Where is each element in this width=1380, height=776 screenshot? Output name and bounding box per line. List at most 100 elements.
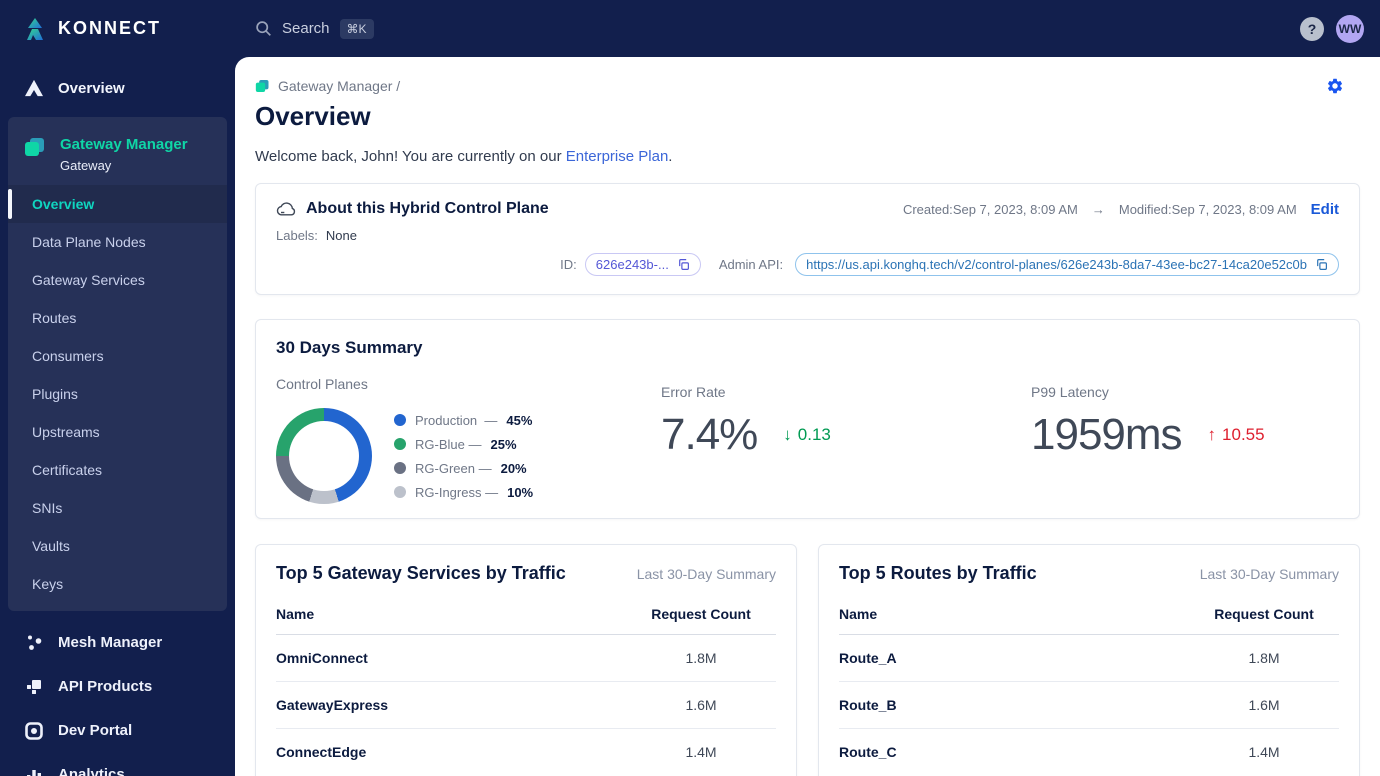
- search-bar[interactable]: Search ⌘K: [255, 18, 374, 39]
- help-button[interactable]: ?: [1300, 16, 1324, 41]
- sidebar-item-overview[interactable]: Overview: [0, 67, 235, 109]
- logo-text: KONNECT: [58, 18, 161, 38]
- search-icon: [255, 20, 272, 37]
- sidebar-item-analytics[interactable]: Analytics: [0, 753, 235, 776]
- p99-latency-delta: ↑ 10.55: [1207, 425, 1265, 444]
- breadcrumb-gateway-icon: [255, 78, 270, 94]
- arrow-up-icon: ↑: [1207, 425, 1217, 444]
- legend-dot-production: [394, 414, 406, 426]
- legend-dot-rg-blue: [394, 438, 406, 450]
- arrow-right-icon: →: [1091, 201, 1105, 217]
- mesh-manager-icon: [24, 634, 44, 652]
- table-row[interactable]: Route_C 1.4M: [839, 729, 1339, 776]
- legend-item: Production — 45%: [394, 413, 533, 428]
- dev-portal-icon: [24, 721, 44, 740]
- labels-value: None: [325, 228, 357, 243]
- table-row[interactable]: Route_A 1.8M: [839, 634, 1339, 682]
- gateway-manager-icon: [24, 135, 46, 159]
- sidebar-item-mesh-manager[interactable]: Mesh Manager: [0, 621, 235, 665]
- top-gateway-services-card: Top 5 Gateway Services by Traffic Last 3…: [255, 544, 797, 776]
- top-routes-card: Top 5 Routes by Traffic Last 30-Day Summ…: [818, 544, 1360, 776]
- gateway-manager-subtitle: Gateway: [60, 157, 112, 173]
- api-products-icon: [24, 678, 44, 696]
- search-shortcut-badge: ⌘K: [339, 18, 374, 39]
- avatar[interactable]: WW: [1336, 14, 1364, 43]
- search-label: Search: [282, 20, 330, 37]
- settings-gear-icon[interactable]: [1326, 77, 1344, 95]
- overview-icon: [24, 79, 44, 97]
- sidebar-subitem-overview[interactable]: Overview: [8, 184, 227, 223]
- legend-dot-rg-ingress: [394, 486, 406, 498]
- about-control-plane-card: About this Hybrid Control Plane Created:…: [255, 183, 1360, 295]
- sidebar-item-label: API Products: [58, 678, 153, 695]
- admin-api-pill[interactable]: https://us.api.konghq.tech/v2/control-pl…: [795, 253, 1339, 276]
- error-rate-metric: Error Rate 7.4% ↓ 0.13: [661, 384, 831, 459]
- sidebar-subitem-snis[interactable]: SNIs: [8, 489, 227, 527]
- logo[interactable]: KONNECT: [0, 16, 235, 42]
- summary-card-title: 30 Days Summary: [276, 338, 423, 357]
- table-subtitle: Last 30-Day Summary: [1199, 566, 1339, 582]
- created-at: Created:Sep 7, 2023, 8:09 AM: [902, 201, 1078, 217]
- table-subtitle: Last 30-Day Summary: [636, 566, 776, 582]
- sidebar-item-label: Mesh Manager: [58, 634, 163, 651]
- sidebar: Overview Gateway Manager Gateway Overvie…: [0, 57, 235, 776]
- table-row[interactable]: Route_B 1.6M: [839, 681, 1339, 729]
- konnect-logo-icon: [22, 16, 48, 42]
- control-planes-donut: [276, 408, 372, 504]
- copy-id-icon[interactable]: [677, 258, 690, 271]
- welcome-text: Welcome back, John! You are currently on…: [255, 148, 673, 165]
- arrow-down-icon: ↓: [783, 425, 792, 444]
- topbar: KONNECT Search ⌘K ? WW: [0, 0, 1380, 57]
- donut-legend: Production — 45% RG-Blue — 25% RG-Green …: [394, 413, 533, 500]
- enterprise-plan-link[interactable]: Enterprise Plan: [566, 148, 669, 165]
- error-rate-value: 7.4%: [661, 410, 758, 459]
- p99-latency-metric: P99 Latency 1959ms ↑ 10.55: [1031, 384, 1265, 459]
- legend-item: RG-Green — 20%: [394, 461, 533, 476]
- gateway-manager-title: Gateway Manager: [60, 136, 188, 153]
- sidebar-item-gateway-manager[interactable]: Gateway Manager Gateway: [8, 117, 227, 185]
- control-plane-id-pill[interactable]: 626e243b-...: [584, 253, 701, 276]
- sidebar-subitem-keys[interactable]: Keys: [8, 565, 227, 603]
- column-header-request-count: Request Count: [1189, 598, 1339, 635]
- modified-at: Modified:Sep 7, 2023, 8:09 AM: [1118, 201, 1297, 217]
- admin-api-label: Admin API:: [718, 257, 784, 272]
- id-label: ID:: [560, 257, 577, 272]
- legend-item: RG-Blue — 25%: [394, 437, 533, 452]
- labels-row: Labels: None: [276, 228, 357, 243]
- thirty-days-summary-card: 30 Days Summary Control Planes Productio…: [255, 319, 1360, 519]
- sidebar-subitem-data-plane-nodes[interactable]: Data Plane Nodes: [8, 223, 227, 261]
- sidebar-subitem-vaults[interactable]: Vaults: [8, 527, 227, 565]
- sidebar-item-label: Overview: [58, 79, 125, 97]
- legend-item: RG-Ingress — 10%: [394, 485, 533, 500]
- table-title: Top 5 Gateway Services by Traffic: [276, 563, 566, 583]
- breadcrumb[interactable]: Gateway Manager /: [255, 78, 400, 94]
- sidebar-item-label: Dev Portal: [58, 722, 133, 739]
- page-title: Overview: [255, 101, 371, 131]
- main-area: Gateway Manager / Overview Welcome back,…: [235, 57, 1380, 776]
- sidebar-subitem-upstreams[interactable]: Upstreams: [8, 413, 227, 451]
- error-rate-delta: ↓ 0.13: [783, 425, 831, 444]
- sidebar-subitem-plugins[interactable]: Plugins: [8, 375, 227, 413]
- sidebar-item-label: Analytics: [58, 766, 125, 776]
- table-row[interactable]: ConnectEdge 1.4M: [276, 729, 776, 776]
- table-title: Top 5 Routes by Traffic: [839, 563, 1037, 583]
- sidebar-item-dev-portal[interactable]: Dev Portal: [0, 709, 235, 753]
- table-row[interactable]: GatewayExpress 1.6M: [276, 681, 776, 729]
- copy-admin-api-icon[interactable]: [1315, 258, 1328, 271]
- table-row[interactable]: OmniConnect 1.8M: [276, 634, 776, 682]
- breadcrumb-label: Gateway Manager /: [278, 78, 401, 94]
- gateway-manager-panel: Gateway Manager Gateway Overview Data Pl…: [8, 117, 227, 611]
- column-header-name: Name: [839, 598, 1189, 635]
- control-planes-chart-label: Control Planes: [276, 376, 368, 392]
- column-header-request-count: Request Count: [626, 598, 776, 635]
- analytics-icon: [24, 766, 44, 776]
- p99-latency-value: 1959ms: [1031, 410, 1183, 459]
- cloud-icon: [276, 201, 296, 217]
- sidebar-subitem-routes[interactable]: Routes: [8, 299, 227, 337]
- sidebar-subitem-consumers[interactable]: Consumers: [8, 337, 227, 375]
- edit-button[interactable]: Edit: [1311, 201, 1339, 218]
- about-card-title: About this Hybrid Control Plane: [306, 200, 549, 217]
- sidebar-item-api-products[interactable]: API Products: [0, 665, 235, 709]
- sidebar-subitem-gateway-services[interactable]: Gateway Services: [8, 261, 227, 299]
- sidebar-subitem-certificates[interactable]: Certificates: [8, 451, 227, 489]
